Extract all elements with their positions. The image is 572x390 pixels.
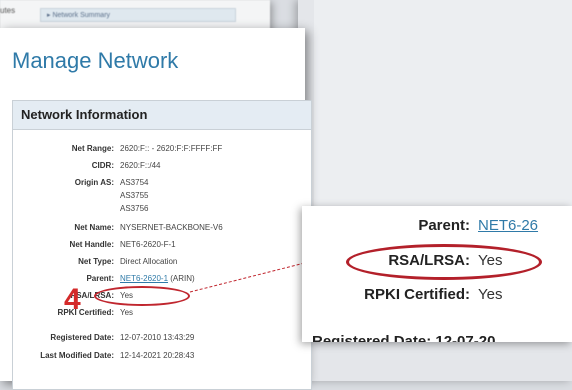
zoom-cut-text: Registered Date: 12-07-20 bbox=[312, 333, 496, 342]
zoom-rpki-label: RPKI Certified: bbox=[364, 286, 470, 303]
zoom-row-cut: Registered Date: 12-07-20 bbox=[312, 332, 572, 342]
field-label: Parent: bbox=[86, 274, 114, 283]
network-summary-nav-item[interactable]: ▸ Network Summary bbox=[40, 8, 236, 22]
parent-suffix: (ARIN) bbox=[168, 274, 195, 283]
field-value: 2620:F:: - 2620:F:F:FFFF:FF bbox=[120, 144, 223, 153]
field-value-group: NET6-2620-1 (ARIN) bbox=[120, 274, 195, 284]
manage-network-page: Manage Network Network Information Net R… bbox=[0, 28, 312, 390]
field-label: Net Handle: bbox=[69, 240, 114, 249]
field-label: CIDR: bbox=[91, 161, 114, 170]
field-label: Net Range: bbox=[71, 144, 114, 153]
field-label: Net Type: bbox=[78, 257, 114, 266]
field-value: 12-07-2010 13:43:29 bbox=[120, 333, 195, 342]
field-label: Origin AS: bbox=[74, 178, 114, 187]
zoom-highlight-oval bbox=[346, 244, 542, 280]
zoom-rpki-value: Yes bbox=[478, 286, 503, 303]
field-value: AS3754 bbox=[120, 178, 149, 187]
field-value: 2620:F::/44 bbox=[120, 161, 161, 170]
field-value: Yes bbox=[120, 308, 134, 317]
zoom-row-parent: Parent: NET6-26 bbox=[302, 216, 572, 236]
field-label: Net Name: bbox=[74, 223, 114, 232]
step-number-label: 4 bbox=[64, 283, 81, 316]
field-value: 12-14-2021 20:28:43 bbox=[120, 351, 195, 360]
zoom-parent-link[interactable]: NET6-26 bbox=[478, 216, 538, 236]
field-value: AS3756 bbox=[120, 204, 149, 213]
field-label: Last Modified Date: bbox=[40, 351, 114, 360]
zoom-parent-label: Parent: bbox=[418, 217, 470, 234]
rsa-highlight-oval bbox=[94, 286, 190, 306]
field-value: Direct Allocation bbox=[120, 257, 178, 266]
field-value: NYSERNET-BACKBONE-V6 bbox=[120, 223, 223, 232]
zoom-row-rpki: RPKI Certified: Yes bbox=[302, 285, 572, 305]
parent-link[interactable]: NET6-2620-1 bbox=[120, 274, 168, 283]
zoom-callout: Parent: NET6-26 RSA/LRSA: Yes RPKI Certi… bbox=[302, 206, 572, 342]
section-header: Network Information bbox=[13, 101, 311, 130]
field-value: AS3755 bbox=[120, 191, 149, 200]
field-value: NET6-2620-F-1 bbox=[120, 240, 176, 249]
page-title: Manage Network bbox=[12, 48, 179, 73]
routes-text: utes bbox=[0, 6, 16, 15]
field-label: Registered Date: bbox=[50, 333, 114, 342]
